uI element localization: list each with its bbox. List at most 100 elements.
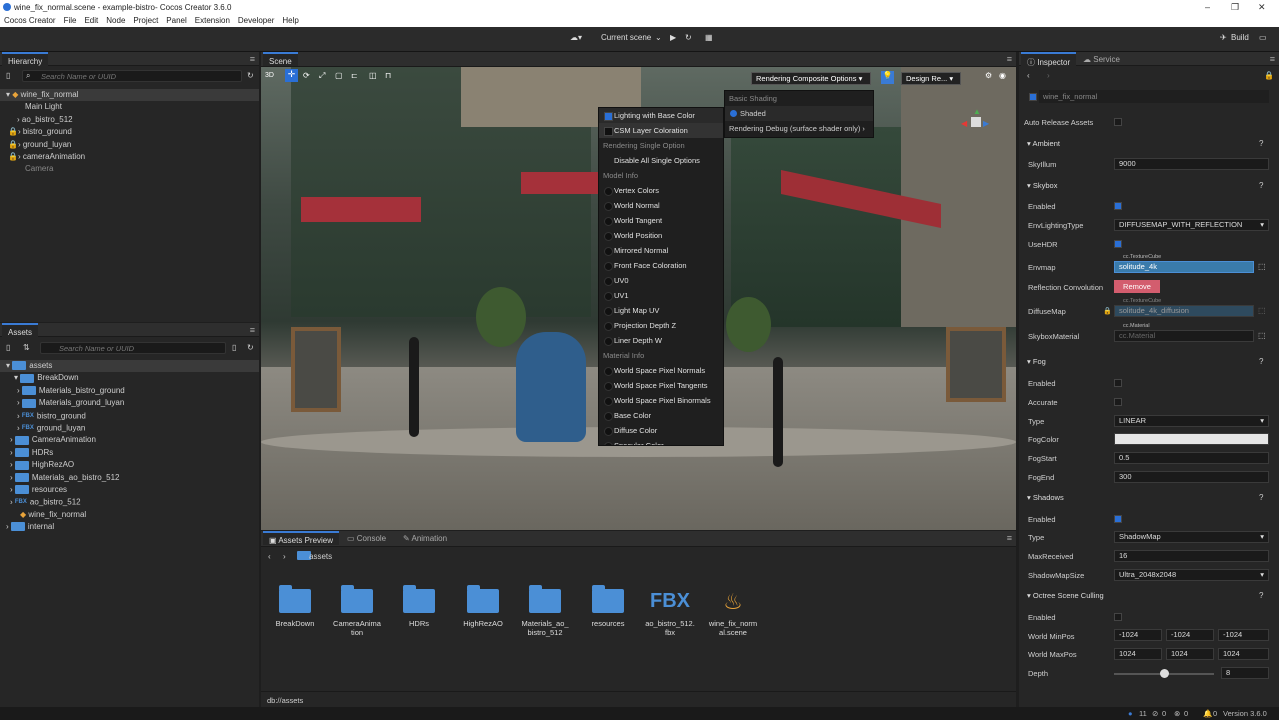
menu-icon[interactable]: ≡ bbox=[250, 325, 255, 335]
help-icon[interactable]: ? bbox=[1259, 591, 1263, 600]
diffusemap-field[interactable]: solitude_4k_diffusion bbox=[1114, 305, 1254, 317]
render-options-select[interactable]: Rendering Composite Options ▾ bbox=[751, 72, 871, 85]
menu-item[interactable]: Liner Depth W bbox=[599, 333, 723, 348]
gear-icon[interactable]: ⚙ bbox=[985, 71, 992, 80]
node-name-field[interactable]: wine_fix_normal bbox=[1039, 90, 1269, 103]
render-options-menu[interactable]: Lighting with Base Color CSM Layer Colora… bbox=[598, 107, 724, 446]
tree-node[interactable]: 🔒› ground_luyan bbox=[0, 139, 259, 151]
envmap-field[interactable]: solitude_4k bbox=[1114, 261, 1254, 273]
depth-slider-handle[interactable] bbox=[1160, 669, 1169, 678]
menu-item[interactable]: Diffuse Color bbox=[599, 423, 723, 438]
menu-edit[interactable]: Edit bbox=[80, 14, 102, 27]
menu-item[interactable]: World Space Pixel Normals bbox=[599, 363, 723, 378]
move-tool-icon[interactable]: ✛ bbox=[285, 69, 298, 82]
asset-tile[interactable]: FBX ao_bistro_512. fbx bbox=[640, 589, 700, 637]
tree-node[interactable]: 🔒› cameraAnimation bbox=[0, 151, 259, 163]
menu-item[interactable]: World Space Pixel Tangents bbox=[599, 378, 723, 393]
menu-cocos[interactable]: Cocos Creator bbox=[0, 14, 60, 27]
menu-node[interactable]: Node bbox=[102, 14, 129, 27]
tree-node[interactable]: Main Light bbox=[0, 101, 259, 113]
tab-scene[interactable]: Scene bbox=[263, 52, 298, 66]
add-icon[interactable]: ▯ bbox=[6, 343, 10, 352]
asset-tile[interactable]: resources bbox=[578, 585, 638, 628]
asset-item[interactable]: ▾ BreakDown bbox=[0, 372, 259, 384]
menu-item[interactable]: Front Face Coloration bbox=[599, 258, 723, 273]
minpos-z[interactable]: -1024 bbox=[1218, 629, 1269, 641]
grid-icon[interactable]: ▦ bbox=[705, 33, 713, 42]
help-icon[interactable]: ? bbox=[1259, 181, 1263, 190]
back-icon[interactable]: ‹ bbox=[1027, 71, 1030, 80]
forward-icon[interactable]: › bbox=[283, 552, 286, 561]
skyillum-input[interactable]: 9000 bbox=[1114, 158, 1269, 170]
asset-picker-icon[interactable]: ⬚ bbox=[1258, 331, 1266, 340]
menu-item[interactable]: Disable All Single Options bbox=[599, 153, 723, 168]
back-icon[interactable]: ‹ bbox=[268, 552, 271, 561]
play-icon[interactable]: ▶ bbox=[670, 33, 676, 42]
menu-extension[interactable]: Extension bbox=[191, 14, 234, 27]
asset-item[interactable]: › FBX ao_bistro_512 bbox=[0, 496, 259, 508]
fogstart-input[interactable]: 0.5 bbox=[1114, 452, 1269, 464]
asset-item[interactable]: › HDRs bbox=[0, 447, 259, 459]
section-fog[interactable]: ▾ Fog bbox=[1019, 355, 1274, 369]
menu-icon[interactable]: ≡ bbox=[250, 54, 255, 64]
depth-input[interactable]: 8 bbox=[1221, 667, 1269, 679]
tab-assets-preview[interactable]: ▣ Assets Preview bbox=[263, 531, 340, 545]
camera-icon[interactable]: ◉ bbox=[999, 71, 1006, 80]
menu-item[interactable]: Lighting with Base Color bbox=[599, 108, 723, 123]
close-icon[interactable]: ✕ bbox=[1258, 2, 1266, 13]
chevron-down-icon[interactable]: ⌄ bbox=[655, 33, 662, 42]
menu-help[interactable]: Help bbox=[278, 14, 302, 27]
section-octree[interactable]: ▾ Octree Scene Culling bbox=[1019, 589, 1274, 603]
build-button[interactable]: Build bbox=[1231, 33, 1249, 42]
minpos-x[interactable]: -1024 bbox=[1114, 629, 1162, 641]
remove-button[interactable]: Remove bbox=[1114, 280, 1160, 293]
asset-tile[interactable]: HDRs bbox=[389, 585, 449, 628]
asset-item[interactable]: ▾ assets bbox=[0, 360, 259, 373]
menu-item[interactable]: World Tangent bbox=[599, 213, 723, 228]
add-icon[interactable]: ▯ bbox=[6, 71, 10, 80]
menu-item[interactable]: Vertex Colors bbox=[599, 183, 723, 198]
asset-tile[interactable]: ♨ wine_fix_norm al.scene bbox=[703, 589, 763, 637]
asset-item[interactable]: ◆ wine_fix_normal bbox=[0, 509, 259, 521]
refresh-icon[interactable]: ↻ bbox=[247, 343, 254, 352]
help-icon[interactable]: ? bbox=[1259, 493, 1263, 502]
menu-icon[interactable]: ≡ bbox=[1270, 54, 1275, 64]
menu-item[interactable]: CSM Layer Coloration bbox=[599, 123, 723, 138]
menu-item[interactable]: World Position bbox=[599, 228, 723, 243]
menu-item[interactable]: UV0 bbox=[599, 273, 723, 288]
help-icon[interactable]: ? bbox=[1259, 357, 1263, 366]
skybox-enabled-checkbox[interactable] bbox=[1114, 202, 1122, 210]
pivot-icon[interactable]: ⊏ bbox=[351, 71, 358, 80]
tree-node[interactable]: › ao_bistro_512 bbox=[0, 114, 259, 126]
mode-3d-toggle[interactable]: 3D bbox=[265, 72, 274, 79]
warning-count[interactable]: 0 bbox=[1162, 709, 1166, 718]
scale-tool-icon[interactable]: ⤢ bbox=[319, 71, 325, 81]
node-active-checkbox[interactable] bbox=[1029, 93, 1037, 101]
search-input[interactable]: Search Name or UUID bbox=[22, 70, 242, 82]
asset-tile[interactable]: Materials_ao_ bistro_512 bbox=[515, 585, 575, 637]
tab-hierarchy[interactable]: Hierarchy bbox=[2, 52, 49, 66]
auto-release-checkbox[interactable] bbox=[1114, 118, 1122, 126]
tab-inspector[interactable]: ⓘ Inspector bbox=[1021, 52, 1077, 67]
asset-item[interactable]: › resources bbox=[0, 484, 259, 496]
envlightingtype-select[interactable]: DIFFUSEMAP_WITH_REFLECTION ▾ bbox=[1114, 219, 1269, 231]
file-icon[interactable]: ▯ bbox=[232, 343, 236, 352]
menu-file[interactable]: File bbox=[60, 14, 81, 27]
tab-animation[interactable]: ✎ Animation bbox=[397, 531, 453, 545]
shadowmapsize-select[interactable]: Ultra_2048x2048 ▾ bbox=[1114, 569, 1269, 581]
minpos-y[interactable]: -1024 bbox=[1166, 629, 1214, 641]
snap-icon[interactable]: ⊓ bbox=[385, 71, 391, 80]
maximize-icon[interactable]: ❐ bbox=[1231, 2, 1239, 13]
octree-enabled-checkbox[interactable] bbox=[1114, 613, 1122, 621]
notification-count[interactable]: 0 bbox=[1213, 709, 1217, 718]
scene-icon[interactable]: ☁▾ bbox=[570, 33, 582, 42]
menu-item[interactable]: Light Map UV bbox=[599, 303, 723, 318]
shadow-type-select[interactable]: ShadowMap ▾ bbox=[1114, 531, 1269, 543]
menu-developer[interactable]: Developer bbox=[234, 14, 278, 27]
fogend-input[interactable]: 300 bbox=[1114, 471, 1269, 483]
tab-service[interactable]: ☁ Service bbox=[1077, 52, 1126, 66]
tree-node[interactable]: ▾ ◆ wine_fix_normal bbox=[0, 89, 259, 102]
section-shadows[interactable]: ▾ Shadows bbox=[1019, 491, 1274, 505]
asset-item[interactable]: › HighRezAO bbox=[0, 459, 259, 471]
menu-panel[interactable]: Panel bbox=[162, 14, 190, 27]
